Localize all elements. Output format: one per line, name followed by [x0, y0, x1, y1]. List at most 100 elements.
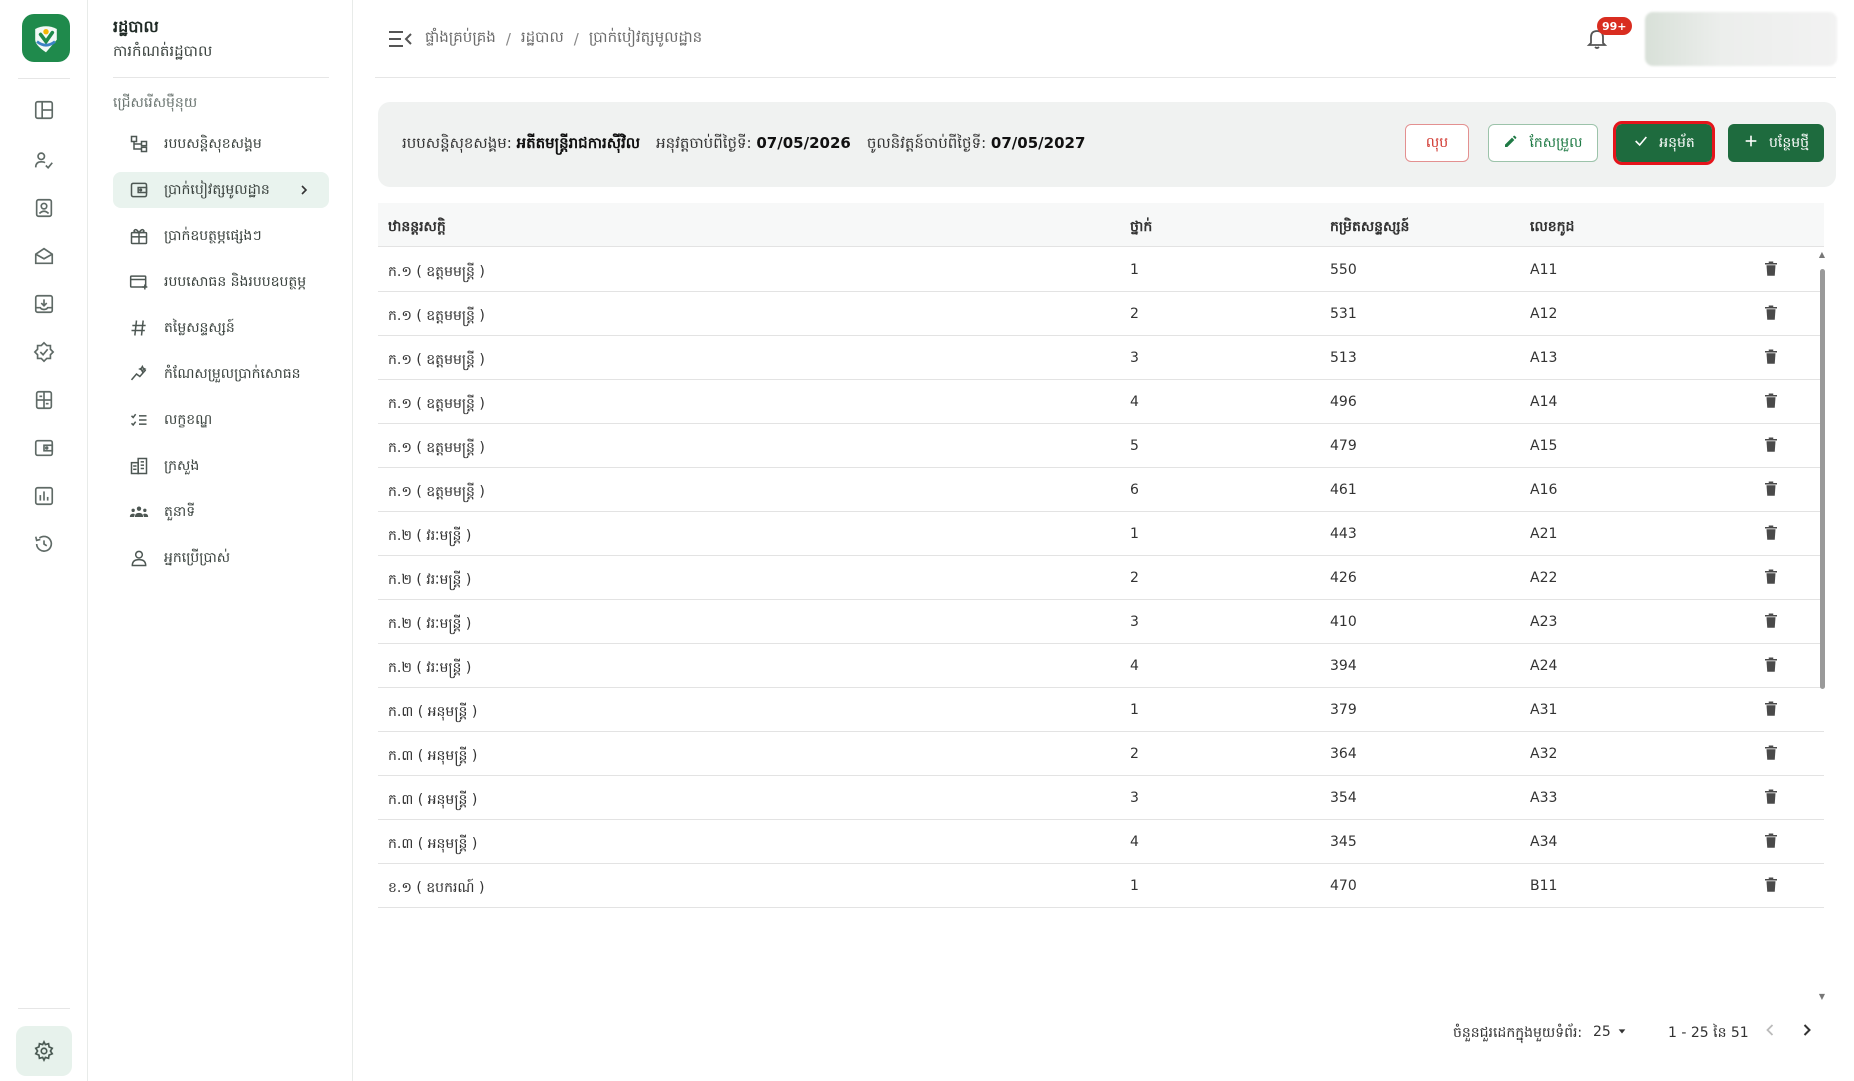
- sidebar-item-index-value[interactable]: តម្លៃសន្ទស្សន៍: [113, 310, 329, 346]
- breadcrumb-admin[interactable]: រដ្ឋបាល: [521, 28, 564, 50]
- column-header-index-level[interactable]: កម្រិតសន្ទស្សន៍: [1330, 217, 1409, 238]
- id-card-icon[interactable]: [30, 194, 58, 222]
- rows-per-page-select[interactable]: 25: [1593, 1020, 1635, 1044]
- trash-icon[interactable]: [1762, 304, 1782, 324]
- column-header-rank[interactable]: ឋានន្តរសក្តិ: [388, 217, 446, 238]
- cell-grade: 6: [1130, 482, 1139, 498]
- column-header-code[interactable]: លេខកូដ: [1530, 217, 1574, 238]
- scroll-down-arrow-icon[interactable]: ▼: [1818, 993, 1826, 1001]
- building-icon: [128, 455, 150, 477]
- user-check-icon[interactable]: [30, 146, 58, 174]
- history-icon[interactable]: [30, 530, 58, 558]
- cell-rank: ក.៣ ( អនុមន្ត្រី ): [388, 792, 478, 808]
- sidebar-item-pension-adjustment[interactable]: កំណែសម្រួលប្រាក់សោធន: [113, 356, 329, 392]
- column-header-grade[interactable]: ថ្នាក់: [1130, 217, 1152, 238]
- breadcrumb-separator: /: [573, 30, 579, 48]
- trash-icon[interactable]: [1762, 436, 1782, 456]
- add-new-button-label: បន្ថែមថ្មី: [1769, 134, 1809, 151]
- inbox-download-icon[interactable]: [30, 290, 58, 318]
- trash-icon[interactable]: [1762, 480, 1782, 500]
- regime-field: របបសន្តិសុខសង្គម: អតីតមន្ត្រីរាជការស៊ីវិ…: [402, 134, 640, 156]
- sidebar-item-label: អ្នកប្រើប្រាស់: [164, 549, 231, 566]
- cell-code: B11: [1530, 878, 1558, 894]
- previous-page-icon[interactable]: [1760, 1020, 1784, 1044]
- cell-code: A34: [1530, 834, 1558, 850]
- table-row[interactable]: ក.១ ( ឧត្តមមន្ត្រី ) 5 479 A15: [378, 424, 1824, 468]
- trash-icon[interactable]: [1762, 832, 1782, 852]
- table-row[interactable]: ខ.១ ( ឧបករណ៍ ) 1 470 B11: [378, 864, 1824, 908]
- settings-icon[interactable]: [16, 1026, 72, 1076]
- verified-icon[interactable]: [30, 338, 58, 366]
- table-row[interactable]: ក.៣ ( អនុមន្ត្រី ) 4 345 A34: [378, 820, 1824, 864]
- calculator-icon[interactable]: [30, 386, 58, 414]
- table-row[interactable]: ក.២ ( វរៈមន្ត្រី ) 4 394 A24: [378, 644, 1824, 688]
- trash-icon[interactable]: [1762, 392, 1782, 412]
- rail-divider: [18, 78, 70, 79]
- trash-icon[interactable]: [1762, 744, 1782, 764]
- sidebar-item-roles[interactable]: តួនាទី: [113, 494, 329, 530]
- sidebar-item-conditions[interactable]: លក្ខខណ្ឌ: [113, 402, 329, 438]
- cell-grade: 3: [1130, 614, 1139, 630]
- trash-icon[interactable]: [1762, 656, 1782, 676]
- wallet-icon[interactable]: [30, 434, 58, 462]
- trash-icon[interactable]: [1762, 876, 1782, 896]
- scroll-thumb[interactable]: [1820, 269, 1825, 689]
- cell-code: A24: [1530, 658, 1558, 674]
- regime-label: របបសន្តិសុខសង្គម:: [402, 134, 512, 152]
- cell-rank: ក.១ ( ឧត្តមមន្ត្រី ): [388, 308, 485, 324]
- add-new-button[interactable]: បន្ថែមថ្មី: [1728, 124, 1824, 162]
- table-row[interactable]: ក.១ ( ឧត្តមមន្ត្រី ) 1 550 A11: [378, 248, 1824, 292]
- edit-button[interactable]: កែសម្រួល: [1488, 124, 1598, 162]
- table-row[interactable]: ក.៣ ( អនុមន្ត្រី ) 1 379 A31: [378, 688, 1824, 732]
- sidebar-item-base-salary[interactable]: ប្រាក់បៀវត្សមូលដ្ឋាន: [113, 172, 329, 208]
- table-row[interactable]: ក.១ ( ឧត្តមមន្ត្រី ) 3 513 A13: [378, 336, 1824, 380]
- table-row[interactable]: ក.៣ ( អនុមន្ត្រី ) 2 364 A32: [378, 732, 1824, 776]
- checklist-icon: [128, 409, 150, 431]
- trash-icon[interactable]: [1762, 260, 1782, 280]
- table-row[interactable]: ក.៣ ( អនុមន្ត្រី ) 3 354 A33: [378, 776, 1824, 820]
- mail-open-icon[interactable]: [30, 242, 58, 270]
- table-scrollbar[interactable]: ▲ ▼: [1818, 251, 1826, 1001]
- table-row[interactable]: ក.២ ( វរៈមន្ត្រី ) 1 443 A21: [378, 512, 1824, 556]
- delete-button[interactable]: លុប: [1405, 124, 1469, 162]
- trash-icon[interactable]: [1762, 700, 1782, 720]
- approve-button[interactable]: អនុម័ត: [1613, 121, 1715, 165]
- sidebar-divider: [113, 77, 329, 78]
- sidebar-item-users[interactable]: អ្នកប្រើប្រាស់: [113, 540, 329, 576]
- user-profile-avatar[interactable]: [1645, 12, 1837, 66]
- trash-icon[interactable]: [1762, 788, 1782, 808]
- app-logo[interactable]: [22, 14, 70, 62]
- wallet-icon: [128, 179, 150, 201]
- trash-icon[interactable]: [1762, 612, 1782, 632]
- cell-rank: ក.២ ( វរៈមន្ត្រី ): [388, 616, 472, 632]
- cell-rank: ក.៣ ( អនុមន្ត្រី ): [388, 836, 478, 852]
- cell-grade: 1: [1130, 526, 1139, 542]
- gift-icon: [128, 225, 150, 247]
- icon-rail: [0, 0, 88, 1081]
- table-row[interactable]: ក.១ ( ឧត្តមមន្ត្រី ) 2 531 A12: [378, 292, 1824, 336]
- scroll-up-arrow-icon[interactable]: ▲: [1818, 251, 1826, 259]
- table-row[interactable]: ក.២ ( វរៈមន្ត្រី ) 3 410 A23: [378, 600, 1824, 644]
- sidebar-item-other-allowances[interactable]: ប្រាក់ឧបត្ថម្ភផ្សេងៗ: [113, 218, 329, 254]
- edit-button-label: កែសម្រួល: [1529, 134, 1583, 151]
- sidebar-item-label: កំណែសម្រួលប្រាក់សោធន: [164, 365, 301, 382]
- table-row[interactable]: ក.២ ( វរៈមន្ត្រី ) 2 426 A22: [378, 556, 1824, 600]
- top-bar: ផ្ទាំងគ្រប់គ្រង / រដ្ឋបាល / ប្រាក់បៀវត្ស…: [375, 0, 1837, 78]
- sidebar-item-social-security-regime[interactable]: របបសន្តិសុខសង្គម: [113, 126, 329, 162]
- trash-icon[interactable]: [1762, 348, 1782, 368]
- sidebar-item-label: របបសោធន និងរបបឧបត្ថម្ភ: [164, 273, 307, 290]
- trash-icon[interactable]: [1762, 568, 1782, 588]
- check-icon: [1633, 133, 1649, 153]
- sidebar-item-pension-regime[interactable]: របបសោធន និងរបបឧបត្ថម្ភ: [113, 264, 329, 300]
- sidebar-item-ministry[interactable]: ក្រសួង: [113, 448, 329, 484]
- menu-collapse-icon[interactable]: [387, 28, 413, 50]
- trash-icon[interactable]: [1762, 524, 1782, 544]
- breadcrumb-dashboard[interactable]: ផ្ទាំងគ្រប់គ្រង: [425, 28, 496, 50]
- sidebar-item-label: តួនាទី: [164, 503, 196, 520]
- dashboard-icon[interactable]: [30, 96, 58, 124]
- cell-index-level: 394: [1330, 658, 1357, 674]
- table-row[interactable]: ក.១ ( ឧត្តមមន្ត្រី ) 4 496 A14: [378, 380, 1824, 424]
- report-chart-icon[interactable]: [30, 482, 58, 510]
- next-page-icon[interactable]: [1797, 1020, 1821, 1044]
- table-row[interactable]: ក.១ ( ឧត្តមមន្ត្រី ) 6 461 A16: [378, 468, 1824, 512]
